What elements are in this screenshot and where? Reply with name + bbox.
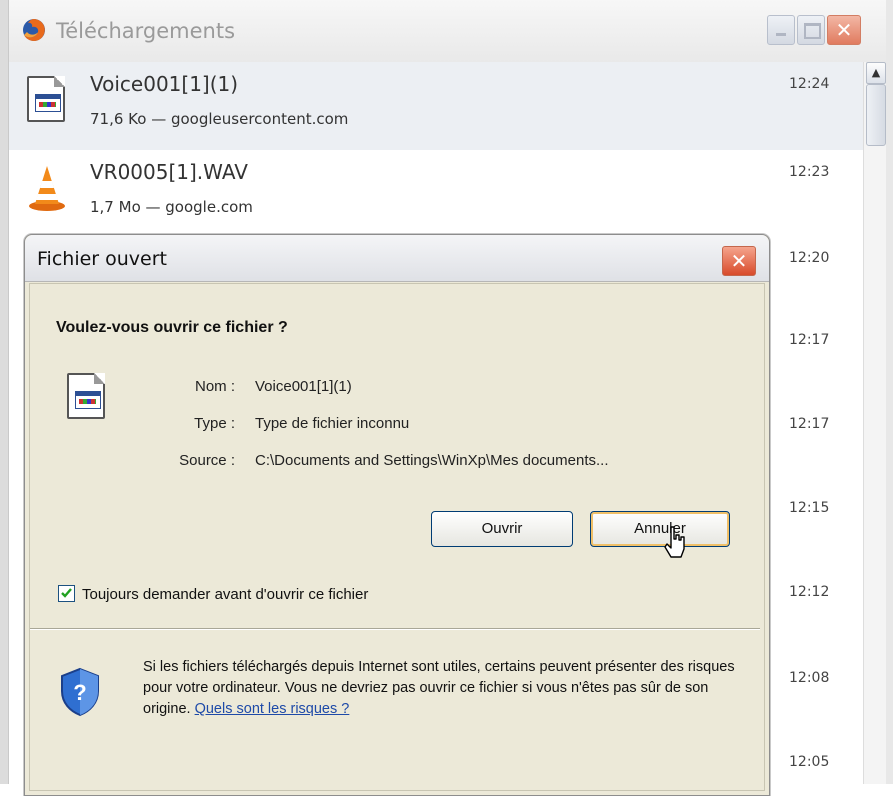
source-label: Source : (179, 452, 235, 469)
window-left-edge (0, 0, 9, 784)
close-icon: ✕ (730, 249, 748, 273)
vertical-scrollbar[interactable]: ▲ (863, 62, 886, 784)
always-ask-label[interactable]: Toujours demander avant d'ouvrir ce fich… (82, 586, 368, 603)
download-row[interactable]: Voice001[1](1) 71,6 Ko — googleuserconte… (9, 62, 863, 151)
download-name: Voice001[1](1) (90, 72, 239, 96)
scroll-thumb[interactable] (866, 84, 886, 146)
dialog-titlebar[interactable]: Fichier ouvert ✕ (25, 235, 769, 282)
window-titlebar[interactable]: Téléchargements ✕ (0, 0, 893, 62)
type-label: Type : (194, 415, 235, 432)
download-time: 12:17 (789, 332, 830, 348)
firefox-icon (23, 19, 45, 41)
always-ask-checkbox[interactable] (58, 585, 75, 602)
dialog-close-button[interactable]: ✕ (722, 246, 756, 276)
download-time: 12:23 (789, 164, 830, 180)
name-label: Nom : (194, 378, 235, 395)
download-meta: 1,7 Mo — google.com (90, 198, 253, 216)
dialog-title: Fichier ouvert (37, 248, 167, 270)
download-name: VR0005[1].WAV (90, 160, 248, 184)
vlc-cone-icon (29, 166, 65, 211)
open-button[interactable]: Ouvrir (431, 511, 573, 547)
download-time: 12:05 (789, 754, 830, 770)
download-time: 12:24 (789, 76, 830, 92)
close-icon: ✕ (835, 18, 853, 42)
download-meta: 71,6 Ko — googleusercontent.com (90, 110, 349, 128)
document-icon (27, 76, 65, 122)
cancel-button[interactable]: Annuler (590, 511, 730, 547)
download-time: 12:15 (789, 500, 830, 516)
chevron-up-icon: ▲ (871, 66, 881, 79)
download-time: 12:08 (789, 670, 830, 686)
open-file-dialog: Fichier ouvert ✕ Voulez-vous ouvrir ce f… (24, 234, 770, 796)
dialog-divider (30, 628, 760, 630)
risks-link[interactable]: Quels sont les risques ? (195, 701, 350, 717)
dialog-question: Voulez-vous ouvrir ce fichier ? (56, 319, 288, 336)
maximize-button[interactable] (797, 15, 825, 45)
hand-cursor-icon (664, 526, 685, 558)
security-warning: Si les fichiers téléchargés depuis Inter… (143, 657, 743, 720)
download-time: 12:17 (789, 416, 830, 432)
download-time: 12:12 (789, 584, 830, 600)
source-value: C:\Documents and Settings\WinXp\Mes docu… (255, 452, 609, 469)
name-value: Voice001[1](1) (255, 378, 352, 395)
scroll-up-button[interactable]: ▲ (866, 62, 886, 84)
svg-text:?: ? (73, 680, 86, 705)
minimize-button[interactable] (767, 15, 795, 45)
window-close-button[interactable]: ✕ (827, 15, 861, 45)
window-title: Téléchargements (56, 19, 236, 43)
window-right-edge (886, 0, 893, 784)
download-row[interactable]: VR0005[1].WAV 1,7 Mo — google.com 12:23 (9, 150, 863, 239)
download-time: 12:20 (789, 250, 830, 266)
type-value: Type de fichier inconnu (255, 415, 410, 432)
security-shield-icon: ? (61, 667, 99, 717)
checkmark-icon (61, 588, 72, 598)
